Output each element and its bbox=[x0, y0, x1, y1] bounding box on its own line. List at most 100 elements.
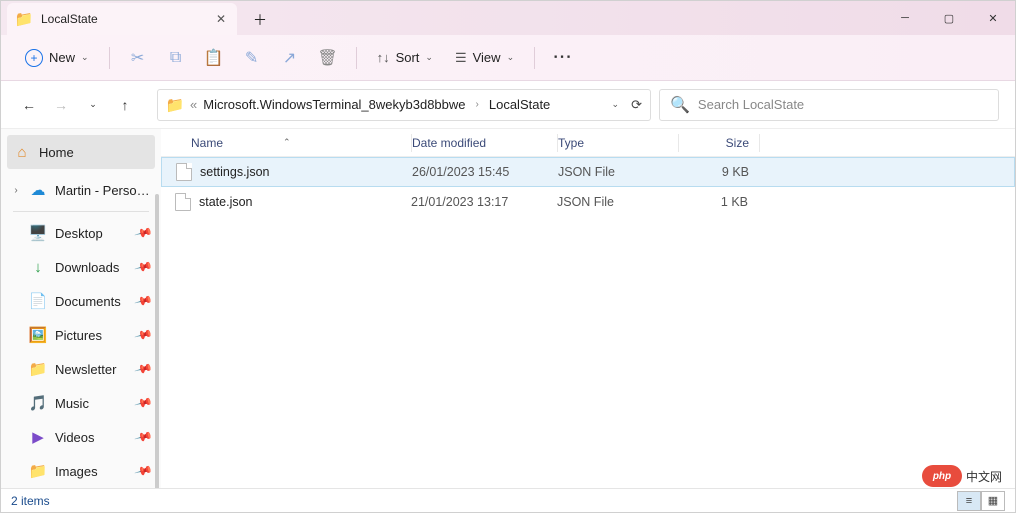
search-icon: 🔍 bbox=[670, 95, 690, 115]
plus-icon: + bbox=[25, 49, 43, 67]
icons-view-toggle[interactable]: ▦ bbox=[981, 491, 1005, 511]
file-date: 26/01/2023 15:45 bbox=[412, 165, 558, 179]
sidebar-item-desktop[interactable]: 🖥️ Desktop 📌 bbox=[1, 216, 161, 250]
file-date: 21/01/2023 13:17 bbox=[411, 195, 557, 209]
sidebar-item-documents[interactable]: 📄 Documents 📌 bbox=[1, 284, 161, 318]
file-name: state.json bbox=[199, 195, 253, 209]
rename-icon[interactable]: ✎ bbox=[236, 42, 268, 74]
more-button[interactable]: ∙∙∙ bbox=[547, 42, 579, 74]
cut-icon[interactable]: ✂ bbox=[122, 42, 154, 74]
item-icon: 🖼️ bbox=[29, 326, 47, 344]
address-dropdown[interactable]: ⌄ bbox=[612, 99, 620, 110]
minimize-button[interactable]: ─ bbox=[883, 1, 927, 35]
pin-icon[interactable]: 📌 bbox=[134, 257, 154, 277]
tab-localstate[interactable]: 📁 LocalState ✕ bbox=[7, 3, 237, 35]
pin-icon[interactable]: 📌 bbox=[134, 325, 154, 345]
file-name: settings.json bbox=[200, 165, 269, 179]
new-tab-button[interactable]: ＋ bbox=[243, 5, 277, 35]
sidebar-label: Home bbox=[39, 145, 74, 160]
column-name[interactable]: Name ⌃ bbox=[161, 136, 411, 150]
sidebar-item-home[interactable]: ⌂ Home bbox=[7, 135, 155, 169]
scrollbar[interactable] bbox=[155, 194, 159, 488]
recent-button[interactable]: ⌄ bbox=[81, 93, 105, 117]
search-box[interactable]: 🔍 bbox=[659, 89, 999, 121]
view-icon: ☰ bbox=[455, 50, 467, 66]
sidebar-item-images[interactable]: 📁 Images 📌 bbox=[1, 454, 161, 488]
file-icon bbox=[176, 163, 192, 181]
item-icon: 📄 bbox=[29, 292, 47, 310]
titlebar: 📁 LocalState ✕ ＋ ─ ▢ ✕ bbox=[1, 1, 1015, 35]
chevron-down-icon: ⌄ bbox=[507, 52, 515, 63]
back-button[interactable]: ← bbox=[17, 93, 41, 117]
sidebar-label: Newsletter bbox=[55, 362, 116, 377]
pin-icon[interactable]: 📌 bbox=[134, 223, 154, 243]
view-label: View bbox=[473, 50, 501, 65]
close-button[interactable]: ✕ bbox=[971, 1, 1015, 35]
sidebar-item-pictures[interactable]: 🖼️ Pictures 📌 bbox=[1, 318, 161, 352]
sidebar-item-music[interactable]: 🎵 Music 📌 bbox=[1, 386, 161, 420]
sidebar-label: Desktop bbox=[55, 226, 103, 241]
column-type[interactable]: Type bbox=[558, 136, 678, 150]
sidebar-item-onedrive[interactable]: › ☁ Martin - Persona bbox=[1, 173, 161, 207]
pin-icon[interactable]: 📌 bbox=[134, 427, 154, 447]
folder-icon: 📁 bbox=[166, 96, 184, 114]
item-icon: ↓ bbox=[29, 258, 47, 276]
sidebar-item-newsletter[interactable]: 📁 Newsletter 📌 bbox=[1, 352, 161, 386]
pin-icon[interactable]: 📌 bbox=[134, 291, 154, 311]
column-date[interactable]: Date modified bbox=[412, 136, 557, 150]
sidebar: ⌂ Home › ☁ Martin - Persona 🖥️ Desktop 📌… bbox=[1, 129, 161, 488]
sidebar-item-downloads[interactable]: ↓ Downloads 📌 bbox=[1, 250, 161, 284]
status-count: 2 items bbox=[11, 494, 50, 508]
sidebar-item-videos[interactable]: ▶ Videos 📌 bbox=[1, 420, 161, 454]
file-row[interactable]: settings.json 26/01/2023 15:45 JSON File… bbox=[161, 157, 1015, 187]
up-button[interactable]: ↑ bbox=[113, 93, 137, 117]
file-size: 1 KB bbox=[678, 195, 758, 209]
window-controls: ─ ▢ ✕ bbox=[883, 1, 1015, 35]
sidebar-label: Martin - Persona bbox=[55, 183, 151, 198]
address-part-1[interactable]: LocalState bbox=[489, 97, 550, 112]
sort-label: Sort bbox=[396, 50, 420, 65]
refresh-button[interactable]: ⟳ bbox=[631, 97, 642, 113]
copy-icon[interactable]: ⧉ bbox=[160, 42, 192, 74]
onedrive-icon: ☁ bbox=[29, 181, 47, 199]
forward-button[interactable]: → bbox=[49, 93, 73, 117]
sidebar-label: Images bbox=[55, 464, 98, 479]
file-pane: Name ⌃ Date modified Type Size settings.… bbox=[161, 129, 1015, 488]
sidebar-label: Videos bbox=[55, 430, 95, 445]
toolbar: + New ⌄ ✂ ⧉ 📋 ✎ ↗ 🗑 ↑↓ Sort ⌄ ☰ View ⌄ ∙… bbox=[1, 35, 1015, 81]
chevron-right-icon: › bbox=[476, 99, 479, 110]
divider bbox=[109, 47, 110, 69]
tab-title: LocalState bbox=[41, 12, 98, 26]
chevron-down-icon: ⌄ bbox=[81, 52, 89, 63]
home-icon: ⌂ bbox=[13, 143, 31, 161]
paste-icon[interactable]: 📋 bbox=[198, 42, 230, 74]
address-bar[interactable]: 📁 « Microsoft.WindowsTerminal_8wekyb3d8b… bbox=[157, 89, 651, 121]
file-icon bbox=[175, 193, 191, 211]
divider bbox=[13, 211, 149, 212]
pin-icon[interactable]: 📌 bbox=[134, 393, 154, 413]
watermark: php 中文网 bbox=[922, 465, 1002, 487]
search-input[interactable] bbox=[698, 97, 988, 112]
content: ⌂ Home › ☁ Martin - Persona 🖥️ Desktop 📌… bbox=[1, 129, 1015, 488]
delete-icon[interactable]: 🗑 bbox=[312, 42, 344, 74]
pin-icon[interactable]: 📌 bbox=[134, 461, 154, 481]
close-icon[interactable]: ✕ bbox=[213, 11, 229, 27]
sidebar-label: Music bbox=[55, 396, 89, 411]
new-button[interactable]: + New ⌄ bbox=[17, 45, 97, 71]
column-size[interactable]: Size bbox=[679, 136, 759, 150]
file-type: JSON File bbox=[558, 165, 679, 179]
chevron-right-icon[interactable]: › bbox=[11, 185, 21, 196]
file-type: JSON File bbox=[557, 195, 678, 209]
maximize-button[interactable]: ▢ bbox=[927, 1, 971, 35]
address-part-0[interactable]: Microsoft.WindowsTerminal_8wekyb3d8bbwe bbox=[203, 97, 465, 112]
item-icon: 🎵 bbox=[29, 394, 47, 412]
share-icon[interactable]: ↗ bbox=[274, 42, 306, 74]
statusbar: 2 items ≡ ▦ bbox=[1, 488, 1015, 512]
divider bbox=[534, 47, 535, 69]
pin-icon[interactable]: 📌 bbox=[134, 359, 154, 379]
details-view-toggle[interactable]: ≡ bbox=[957, 491, 981, 511]
sort-button[interactable]: ↑↓ Sort ⌄ bbox=[369, 46, 441, 69]
view-button[interactable]: ☰ View ⌄ bbox=[447, 46, 522, 70]
sort-indicator-icon: ⌃ bbox=[283, 137, 291, 148]
file-row[interactable]: state.json 21/01/2023 13:17 JSON File 1 … bbox=[161, 187, 1015, 217]
